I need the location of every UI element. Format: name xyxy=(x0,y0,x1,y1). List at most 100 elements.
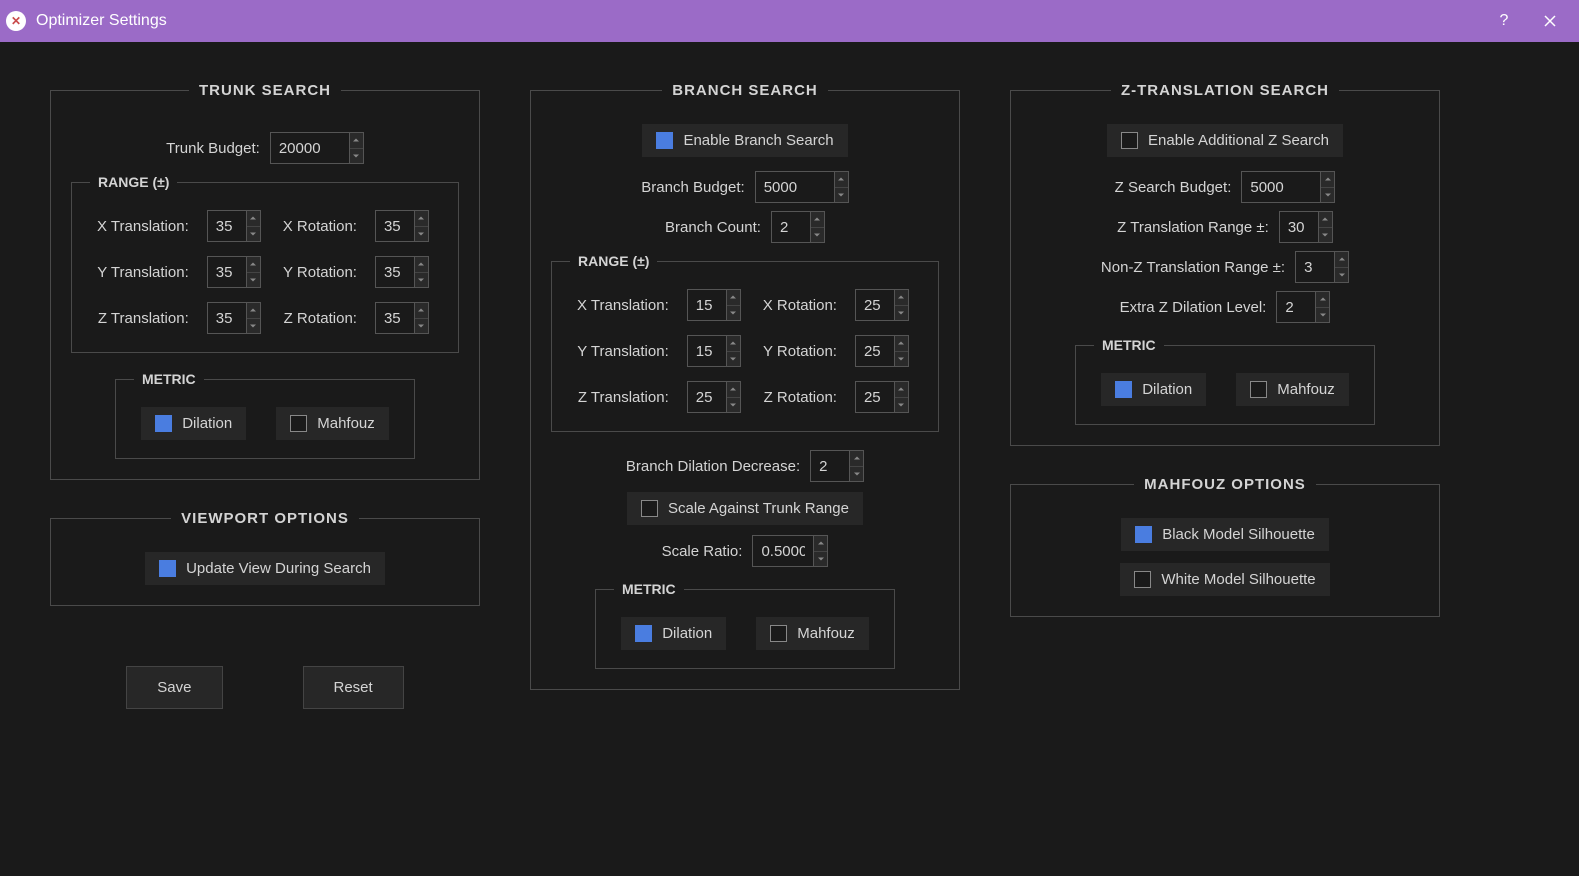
stepper-down[interactable] xyxy=(727,352,740,367)
stepper-up[interactable] xyxy=(727,336,740,352)
branch-x-trans-stepper[interactable] xyxy=(687,289,745,321)
branch-z-trans-stepper[interactable] xyxy=(687,381,745,413)
stepper-up[interactable] xyxy=(1316,292,1329,308)
stepper-down[interactable] xyxy=(415,227,428,242)
trunk-budget-input[interactable] xyxy=(270,132,350,164)
stepper-up[interactable] xyxy=(835,172,848,188)
branch-y-rot-input[interactable] xyxy=(855,335,895,367)
trunk-y-rot-input[interactable] xyxy=(375,256,415,288)
scale-ratio-stepper[interactable] xyxy=(752,535,828,567)
stepper-down[interactable] xyxy=(247,273,260,288)
trunk-metric-dilation[interactable]: Dilation xyxy=(141,407,246,440)
checkbox-icon[interactable] xyxy=(641,500,658,517)
stepper-up[interactable] xyxy=(247,257,260,273)
checkbox-icon[interactable] xyxy=(290,415,307,432)
stepper-up[interactable] xyxy=(895,336,908,352)
z-range-input[interactable] xyxy=(1279,211,1319,243)
stepper-up[interactable] xyxy=(1319,212,1332,228)
branch-x-trans-input[interactable] xyxy=(687,289,727,321)
checkbox-icon[interactable] xyxy=(656,132,673,149)
stepper-down[interactable] xyxy=(247,227,260,242)
branch-x-rot-stepper[interactable] xyxy=(855,289,913,321)
stepper-up[interactable] xyxy=(811,212,824,228)
black-silhouette-checkbox[interactable]: Black Model Silhouette xyxy=(1121,518,1329,551)
z-budget-input[interactable] xyxy=(1241,171,1321,203)
stepper-down[interactable] xyxy=(835,188,848,203)
branch-z-rot-stepper[interactable] xyxy=(855,381,913,413)
trunk-x-rot-stepper[interactable] xyxy=(375,210,433,242)
branch-y-rot-stepper[interactable] xyxy=(855,335,913,367)
trunk-x-rot-input[interactable] xyxy=(375,210,415,242)
checkbox-icon[interactable] xyxy=(159,560,176,577)
branch-y-trans-input[interactable] xyxy=(687,335,727,367)
stepper-up[interactable] xyxy=(415,303,428,319)
update-view-checkbox[interactable]: Update View During Search xyxy=(145,552,385,585)
branch-budget-input[interactable] xyxy=(755,171,835,203)
checkbox-icon[interactable] xyxy=(1121,132,1138,149)
trunk-y-rot-stepper[interactable] xyxy=(375,256,433,288)
z-range-stepper[interactable] xyxy=(1279,211,1333,243)
stepper-down[interactable] xyxy=(895,398,908,413)
stepper-up[interactable] xyxy=(415,257,428,273)
extra-z-dilation-input[interactable] xyxy=(1276,291,1316,323)
nonz-range-input[interactable] xyxy=(1295,251,1335,283)
checkbox-icon[interactable] xyxy=(1134,571,1151,588)
stepper-up[interactable] xyxy=(415,211,428,227)
stepper-down[interactable] xyxy=(895,352,908,367)
stepper-up[interactable] xyxy=(727,290,740,306)
stepper-down[interactable] xyxy=(1335,268,1348,283)
stepper-down[interactable] xyxy=(811,228,824,243)
trunk-y-trans-input[interactable] xyxy=(207,256,247,288)
stepper-down[interactable] xyxy=(350,149,363,164)
stepper-up[interactable] xyxy=(350,133,363,149)
stepper-down[interactable] xyxy=(1321,188,1334,203)
trunk-y-trans-stepper[interactable] xyxy=(207,256,265,288)
reset-button[interactable]: Reset xyxy=(303,666,404,709)
branch-z-trans-input[interactable] xyxy=(687,381,727,413)
stepper-up[interactable] xyxy=(814,536,827,552)
trunk-z-rot-stepper[interactable] xyxy=(375,302,433,334)
branch-z-rot-input[interactable] xyxy=(855,381,895,413)
checkbox-icon[interactable] xyxy=(770,625,787,642)
scale-ratio-input[interactable] xyxy=(752,535,814,567)
branch-dilation-dec-input[interactable] xyxy=(810,450,850,482)
trunk-x-trans-stepper[interactable] xyxy=(207,210,265,242)
stepper-up[interactable] xyxy=(850,451,863,467)
z-metric-mahfouz[interactable]: Mahfouz xyxy=(1236,373,1349,406)
trunk-z-trans-input[interactable] xyxy=(207,302,247,334)
nonz-range-stepper[interactable] xyxy=(1295,251,1349,283)
stepper-down[interactable] xyxy=(895,306,908,321)
branch-x-rot-input[interactable] xyxy=(855,289,895,321)
branch-metric-dilation[interactable]: Dilation xyxy=(621,617,726,650)
stepper-down[interactable] xyxy=(1319,228,1332,243)
enable-branch-checkbox[interactable]: Enable Branch Search xyxy=(642,124,847,157)
branch-count-stepper[interactable] xyxy=(771,211,825,243)
branch-dilation-dec-stepper[interactable] xyxy=(810,450,864,482)
stepper-down[interactable] xyxy=(727,398,740,413)
scale-against-trunk-checkbox[interactable]: Scale Against Trunk Range xyxy=(627,492,863,525)
stepper-up[interactable] xyxy=(247,211,260,227)
help-button[interactable]: ? xyxy=(1481,0,1527,42)
checkbox-icon[interactable] xyxy=(155,415,172,432)
stepper-down[interactable] xyxy=(247,319,260,334)
stepper-down[interactable] xyxy=(415,273,428,288)
branch-y-trans-stepper[interactable] xyxy=(687,335,745,367)
checkbox-icon[interactable] xyxy=(635,625,652,642)
stepper-up[interactable] xyxy=(895,382,908,398)
stepper-up[interactable] xyxy=(1321,172,1334,188)
branch-budget-stepper[interactable] xyxy=(755,171,849,203)
stepper-up[interactable] xyxy=(895,290,908,306)
trunk-x-trans-input[interactable] xyxy=(207,210,247,242)
close-button[interactable] xyxy=(1527,0,1573,42)
z-metric-dilation[interactable]: Dilation xyxy=(1101,373,1206,406)
checkbox-icon[interactable] xyxy=(1250,381,1267,398)
stepper-up[interactable] xyxy=(1335,252,1348,268)
stepper-up[interactable] xyxy=(247,303,260,319)
stepper-down[interactable] xyxy=(850,467,863,482)
trunk-z-trans-stepper[interactable] xyxy=(207,302,265,334)
stepper-down[interactable] xyxy=(1316,308,1329,323)
branch-metric-mahfouz[interactable]: Mahfouz xyxy=(756,617,869,650)
white-silhouette-checkbox[interactable]: White Model Silhouette xyxy=(1120,563,1329,596)
enable-z-search-checkbox[interactable]: Enable Additional Z Search xyxy=(1107,124,1343,157)
extra-z-dilation-stepper[interactable] xyxy=(1276,291,1330,323)
